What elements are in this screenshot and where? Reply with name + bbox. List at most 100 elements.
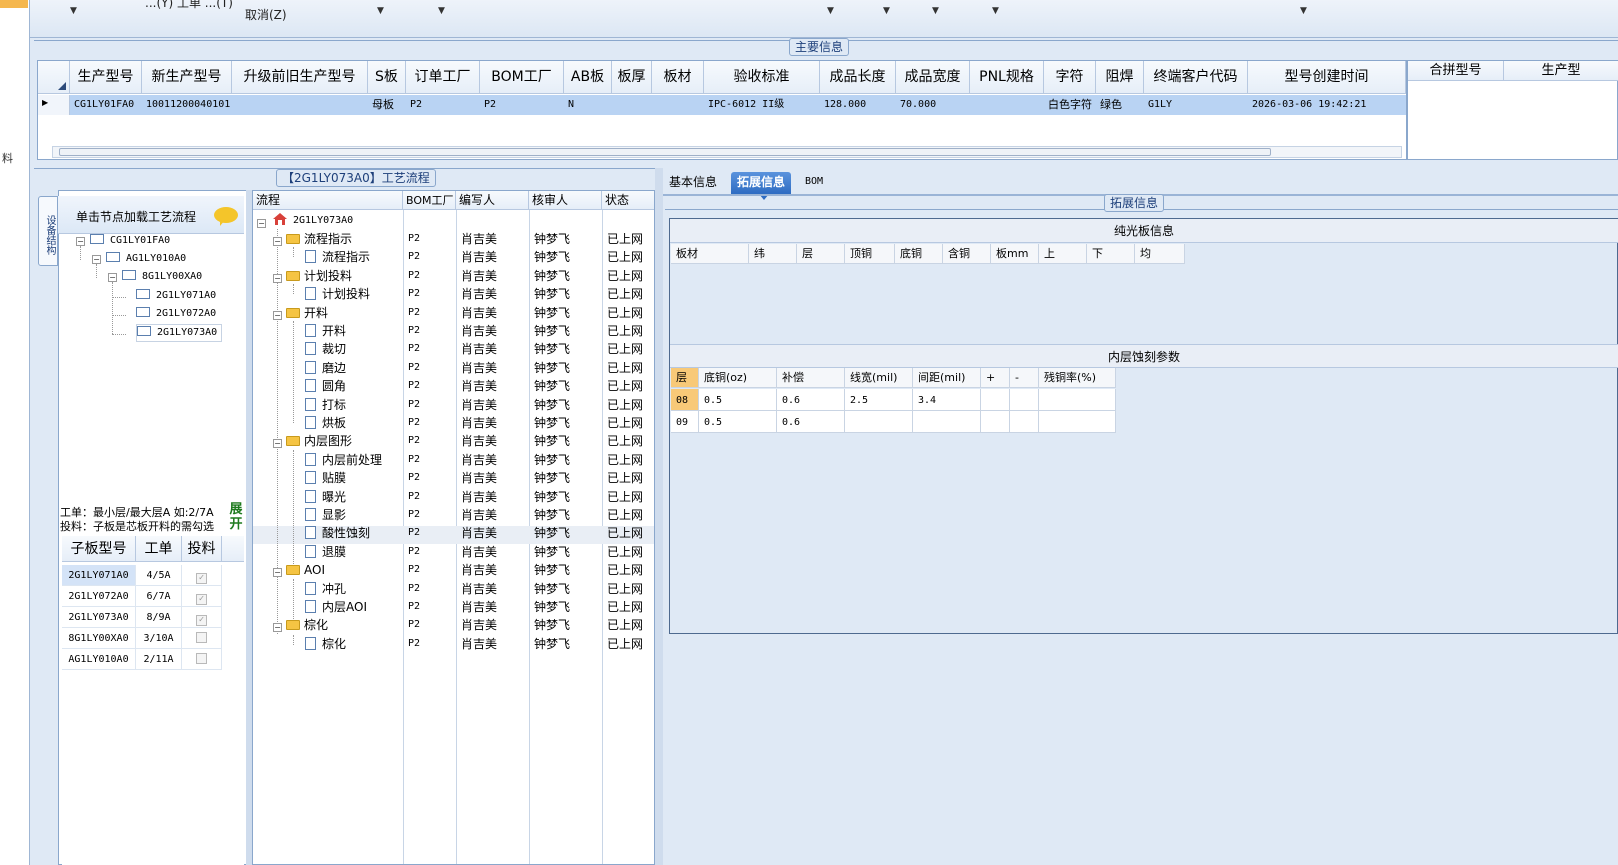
etch-cell[interactable] — [913, 411, 981, 433]
flow-row[interactable]: 显影 P2 肖吉美 钟梦飞 已上网 — [253, 506, 654, 524]
col-header[interactable]: BOM工厂 — [480, 61, 564, 94]
horizontal-scrollbar[interactable] — [52, 146, 1402, 158]
flow-row[interactable]: 磨边 P2 肖吉美 钟梦飞 已上网 — [253, 359, 654, 377]
col-header[interactable]: PNL规格 — [970, 61, 1044, 94]
collapse-icon[interactable]: − — [108, 273, 117, 282]
col-header[interactable]: 编写人 — [456, 191, 529, 210]
collapse-icon[interactable]: − — [273, 273, 282, 283]
etch-cell[interactable] — [845, 411, 913, 433]
flow-row[interactable]: 冲孔 P2 肖吉美 钟梦飞 已上网 — [253, 580, 654, 598]
cell-sub-order[interactable]: 6/7A — [136, 586, 182, 607]
col-header[interactable]: 间距(mil) — [913, 368, 981, 388]
col-header[interactable]: 生产型号 — [70, 61, 142, 94]
col-header[interactable]: 合拼型号 — [1408, 61, 1504, 81]
feed-checkbox[interactable]: ✓ — [182, 565, 222, 586]
col-header[interactable]: 线宽(mil) — [845, 368, 913, 388]
col-header[interactable]: 纬 — [749, 244, 797, 264]
dropdown-arrow-icon[interactable]: ▼ — [883, 6, 890, 16]
flow-row[interactable]: 曝光 P2 肖吉美 钟梦飞 已上网 — [253, 488, 654, 506]
flow-row[interactable]: 棕化 P2 肖吉美 钟梦飞 已上网 — [253, 635, 654, 653]
feed-checkbox[interactable]: ✓ — [182, 586, 222, 607]
col-header[interactable]: 验收标准 — [704, 61, 820, 94]
col-header[interactable]: 成品宽度 — [896, 61, 970, 94]
dropdown-arrow-icon[interactable]: ▼ — [438, 6, 445, 16]
flow-row[interactable]: 内层AOI P2 肖吉美 钟梦飞 已上网 — [253, 598, 654, 616]
col-header[interactable]: 终端客户代码 — [1144, 61, 1248, 94]
etch-cell[interactable]: 3.4 — [913, 389, 981, 411]
flow-row[interactable]: 内层前处理 P2 肖吉美 钟梦飞 已上网 — [253, 451, 654, 469]
collapse-icon[interactable]: − — [273, 439, 282, 449]
etch-cell[interactable]: 09 — [671, 411, 699, 433]
col-header[interactable]: 升级前旧生产型号 — [232, 61, 368, 94]
etch-cell[interactable] — [981, 389, 1010, 411]
etch-cell[interactable] — [981, 411, 1010, 433]
flow-row-root[interactable]: − 2G1LY073A0 — [253, 212, 654, 230]
col-header[interactable]: 型号创建时间 — [1248, 61, 1406, 94]
collapse-icon[interactable]: − — [273, 623, 282, 633]
checkbox[interactable] — [196, 653, 207, 664]
flow-row[interactable]: 开料 P2 肖吉美 钟梦飞 已上网 — [253, 322, 654, 340]
cell-sub-model[interactable]: 8G1LY00XA0 — [62, 628, 136, 649]
col-header[interactable]: 含铜 — [943, 244, 991, 264]
collapse-icon[interactable]: − — [273, 237, 282, 246]
scrollbar-thumb[interactable] — [59, 148, 1271, 156]
flow-row[interactable]: 流程指示 P2 肖吉美 钟梦飞 已上网 — [253, 248, 654, 266]
cell-sub-model[interactable]: 2G1LY073A0 — [62, 607, 136, 628]
etch-cell[interactable]: 08 — [671, 389, 699, 411]
tree-node[interactable]: CG1LY01FA0 — [90, 232, 170, 250]
collapse-icon[interactable]: − — [76, 237, 85, 246]
flow-row[interactable]: 烘板 P2 肖吉美 钟梦飞 已上网 — [253, 414, 654, 432]
col-header[interactable]: AB板 — [564, 61, 612, 94]
etch-cell[interactable] — [1039, 411, 1116, 433]
feed-checkbox[interactable] — [182, 649, 222, 670]
etch-cell[interactable] — [1010, 411, 1039, 433]
collapse-icon[interactable]: − — [273, 310, 282, 320]
etch-cell[interactable]: 0.6 — [777, 389, 845, 411]
col-header[interactable]: 层 — [671, 368, 699, 388]
select-all-corner[interactable] — [38, 61, 70, 94]
col-header[interactable]: 上 — [1039, 244, 1087, 264]
tree-node-selected[interactable]: 2G1LY073A0 — [136, 324, 223, 342]
col-header[interactable]: 新生产型号 — [142, 61, 232, 94]
col-header[interactable]: 板材 — [652, 61, 704, 94]
col-header[interactable]: 流程 — [253, 191, 403, 210]
flow-row[interactable]: − 开料 P2 肖吉美 钟梦飞 已上网 — [253, 304, 654, 322]
flow-row[interactable]: 裁切 P2 肖吉美 钟梦飞 已上网 — [253, 340, 654, 358]
dropdown-arrow-icon[interactable]: ▼ — [932, 6, 939, 16]
col-header[interactable]: 层 — [797, 244, 845, 264]
tab-extended-info[interactable]: 拓展信息 — [731, 172, 792, 200]
col-header[interactable]: 板厚 — [612, 61, 652, 94]
dropdown-arrow-icon[interactable]: ▼ — [992, 6, 999, 16]
flow-row[interactable]: 酸性蚀刻 P2 肖吉美 钟梦飞 已上网 — [253, 524, 654, 542]
checkbox[interactable]: ✓ — [196, 615, 207, 626]
flow-row[interactable]: 退膜 P2 肖吉美 钟梦飞 已上网 — [253, 543, 654, 561]
col-header[interactable]: 子板型号 — [62, 536, 136, 562]
cell-sub-model[interactable]: AG1LY010A0 — [62, 649, 136, 670]
cell-sub-order[interactable]: 2/11A — [136, 649, 182, 670]
flow-row[interactable]: − AOI P2 肖吉美 钟梦飞 已上网 — [253, 561, 654, 579]
dropdown-arrow-icon[interactable]: ▼ — [1300, 6, 1307, 16]
col-header[interactable]: + — [981, 368, 1010, 388]
col-header[interactable]: 残铜率(%) — [1039, 368, 1116, 388]
flow-row[interactable]: 计划投料 P2 肖吉美 钟梦飞 已上网 — [253, 285, 654, 303]
tree-node[interactable]: 8G1LY00XA0 — [122, 268, 202, 286]
col-header[interactable]: 阻焊 — [1096, 61, 1144, 94]
col-header[interactable]: 板mm — [991, 244, 1039, 264]
cell-sub-order[interactable]: 4/5A — [136, 565, 182, 586]
col-header[interactable]: - — [1010, 368, 1039, 388]
col-header[interactable]: 顶铜 — [845, 244, 895, 264]
feed-checkbox[interactable] — [182, 628, 222, 649]
dropdown-arrow-icon[interactable]: ▼ — [827, 6, 834, 16]
etch-cell[interactable]: 2.5 — [845, 389, 913, 411]
col-header[interactable]: 核审人 — [529, 191, 602, 210]
checkbox[interactable] — [196, 632, 207, 643]
col-header[interactable]: S板 — [368, 61, 406, 94]
collapse-icon[interactable]: − — [257, 219, 266, 228]
etch-cell[interactable] — [1039, 389, 1116, 411]
tab-basic-info[interactable]: 基本信息 — [663, 172, 723, 194]
flow-row[interactable]: − 内层图形 P2 肖吉美 钟梦飞 已上网 — [253, 432, 654, 450]
expand-button[interactable]: 展开 — [228, 502, 244, 536]
col-header[interactable]: 下 — [1087, 244, 1135, 264]
col-header[interactable]: 成品长度 — [820, 61, 896, 94]
flow-row[interactable]: 打标 P2 肖吉美 钟梦飞 已上网 — [253, 396, 654, 414]
